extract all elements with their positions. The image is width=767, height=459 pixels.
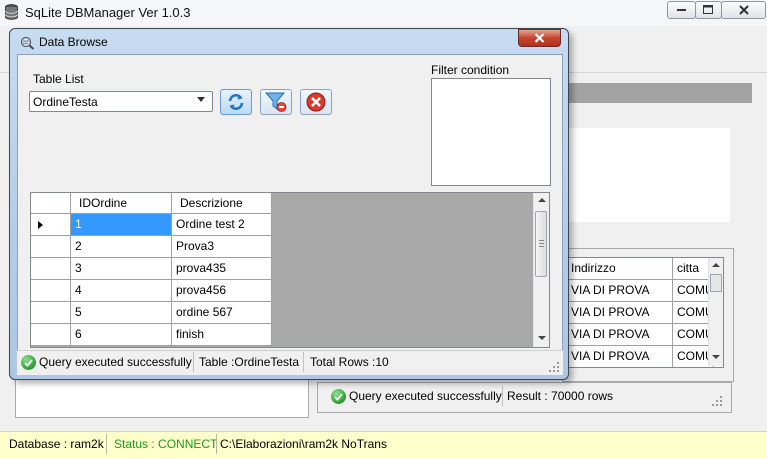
table-row[interactable]: VIA DI PROVA COMU [567, 324, 713, 346]
filter-condition-input[interactable] [431, 78, 551, 186]
row-header-corner[interactable] [31, 193, 71, 214]
status-database: Database : ram2k [9, 437, 104, 451]
grid-cell-selected[interactable]: 1 [71, 214, 172, 236]
status-separator [106, 434, 107, 454]
background-text-area[interactable] [566, 128, 730, 222]
close-icon [534, 33, 545, 43]
grid-cell[interactable]: COMU [673, 324, 713, 346]
dialog-title: Data Browse [39, 35, 108, 49]
table-row[interactable]: VIA DI PROVA COMU [567, 346, 713, 367]
grid-cell[interactable]: 2 [71, 236, 172, 258]
background-status-message: Query executed successfully [349, 389, 502, 403]
table-row[interactable]: 3 prova435 [31, 258, 272, 280]
row-header[interactable] [31, 236, 71, 258]
selected-table[interactable]: OrdineTesta [33, 95, 98, 109]
success-icon [331, 389, 346, 404]
scroll-thumb[interactable] [535, 211, 547, 277]
row-header[interactable] [31, 280, 71, 302]
grid-cell[interactable]: VIA DI PROVA [567, 324, 673, 346]
grid-cell[interactable]: VIA DI PROVA [567, 346, 673, 367]
background-vertical-scrollbar[interactable] [708, 258, 723, 366]
database-icon [4, 4, 19, 21]
grid-header-row: IDOrdine Descrizione [31, 193, 272, 215]
close-icon [738, 5, 749, 15]
grid-cell[interactable]: VIA DI PROVA [567, 280, 673, 302]
table-row[interactable]: 4 prova456 [31, 280, 272, 302]
column-header-descrizione[interactable]: Descrizione [172, 193, 272, 214]
chevron-down-icon[interactable] [197, 97, 205, 102]
table-row[interactable]: 5 ordine 567 [31, 302, 272, 324]
filter-condition-label: Filter condition [431, 63, 510, 77]
grid-cell[interactable]: prova456 [172, 280, 272, 302]
grid-cell[interactable]: ordine 567 [172, 302, 272, 324]
grid-cell[interactable]: Prova3 [172, 236, 272, 258]
grid-cell[interactable]: VIA DI PROVA [567, 302, 673, 324]
background-result-count: Result : 70000 rows [507, 389, 614, 403]
table-row[interactable]: VIA DI PROVA COMU [567, 302, 713, 324]
browse-icon [20, 36, 35, 50]
row-header[interactable] [31, 324, 71, 346]
grid-cell[interactable]: 5 [71, 302, 172, 324]
grid-cell[interactable]: 3 [71, 258, 172, 280]
dialog-close-button[interactable] [518, 29, 561, 47]
success-icon [21, 355, 36, 370]
clear-icon [306, 92, 326, 112]
grid-cell[interactable]: COMU [673, 280, 713, 302]
table-row[interactable]: 2 Prova3 [31, 236, 272, 258]
grid-cell[interactable]: 4 [71, 280, 172, 302]
grid-header-row: Indirizzo citta [567, 258, 713, 280]
background-left-panel [15, 380, 309, 418]
status-separator [502, 386, 503, 406]
maximize-button[interactable] [695, 1, 722, 19]
grid-cell[interactable]: Ordine test 2 [172, 214, 272, 236]
grid-cell[interactable]: prova435 [172, 258, 272, 280]
minimize-icon [676, 9, 686, 11]
status-path: C:\Elaborazioni\ram2k NoTrans [220, 437, 387, 451]
grid-cell[interactable]: COMU [673, 346, 713, 367]
close-button[interactable] [721, 1, 766, 19]
window-title: SqLite DBManager Ver 1.0.3 [25, 5, 191, 20]
grip-line [539, 246, 544, 247]
status-separator [303, 352, 304, 372]
table-list-label: Table List [33, 72, 84, 86]
scroll-thumb[interactable] [710, 274, 722, 292]
grip-line [539, 240, 544, 241]
filter-icon [264, 92, 287, 112]
row-header[interactable] [31, 302, 71, 324]
column-header-citta[interactable]: citta [673, 258, 713, 280]
row-header[interactable] [31, 214, 71, 236]
table-row[interactable]: VIA DI PROVA COMU [567, 280, 713, 302]
background-header-bar [566, 83, 752, 103]
dialog-status-table: Table :OrdineTesta [199, 355, 300, 369]
scroll-down-icon[interactable] [538, 336, 546, 340]
dialog-status-message: Query executed successfully [39, 355, 192, 369]
status-connection: Status : CONNECT [114, 437, 218, 451]
maximize-icon [703, 5, 713, 14]
refresh-button[interactable] [220, 89, 252, 115]
background-results-grid[interactable]: Indirizzo citta VIA DI PROVA COMU VIA DI… [566, 257, 724, 368]
filter-button[interactable] [260, 89, 292, 115]
grip-line [539, 243, 544, 244]
data-grid[interactable]: IDOrdine Descrizione 1 Ordine test 2 2 P… [30, 192, 550, 348]
column-header-idordine[interactable]: IDOrdine [71, 193, 172, 214]
table-row[interactable]: 1 Ordine test 2 [31, 214, 272, 236]
dialog-status-total-rows: Total Rows :10 [310, 355, 389, 369]
grid-cell[interactable]: 6 [71, 324, 172, 346]
clear-button[interactable] [300, 89, 332, 115]
grid-cell[interactable]: finish [172, 324, 272, 346]
resize-grip-icon[interactable] [712, 396, 723, 407]
status-separator [193, 352, 194, 372]
row-header[interactable] [31, 258, 71, 280]
scroll-up-icon[interactable] [538, 198, 546, 202]
scroll-up-icon[interactable] [712, 263, 720, 267]
table-row[interactable]: 6 finish [31, 324, 272, 346]
refresh-icon [228, 94, 244, 110]
grid-cell[interactable]: COMU [673, 302, 713, 324]
column-header-indirizzo[interactable]: Indirizzo [567, 258, 673, 280]
minimize-button[interactable] [667, 1, 696, 19]
resize-grip-icon[interactable] [549, 362, 560, 373]
status-separator [216, 434, 217, 454]
current-row-icon [38, 221, 43, 229]
scroll-down-icon[interactable] [712, 355, 720, 359]
